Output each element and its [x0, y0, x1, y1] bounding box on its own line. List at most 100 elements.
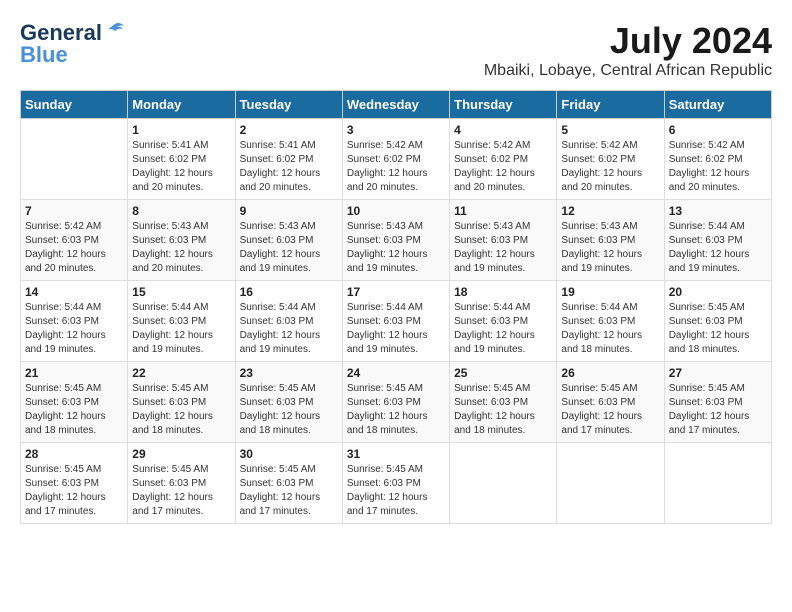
- calendar-header-row: SundayMondayTuesdayWednesdayThursdayFrid…: [21, 91, 772, 119]
- day-info: Sunrise: 5:45 AM Sunset: 6:03 PM Dayligh…: [561, 382, 659, 438]
- day-info: Sunrise: 5:42 AM Sunset: 6:02 PM Dayligh…: [347, 139, 445, 195]
- day-info: Sunrise: 5:42 AM Sunset: 6:03 PM Dayligh…: [25, 220, 123, 276]
- calendar-cell: [557, 443, 664, 524]
- day-info: Sunrise: 5:45 AM Sunset: 6:03 PM Dayligh…: [347, 463, 445, 519]
- page-header: General Blue July 2024 Mbaiki, Lobaye, C…: [20, 20, 772, 80]
- day-number: 19: [561, 285, 659, 299]
- calendar-cell: 29 Sunrise: 5:45 AM Sunset: 6:03 PM Dayli…: [128, 443, 235, 524]
- day-number: 30: [240, 447, 338, 461]
- header-thursday: Thursday: [450, 91, 557, 119]
- day-info: Sunrise: 5:44 AM Sunset: 6:03 PM Dayligh…: [240, 301, 338, 357]
- day-info: Sunrise: 5:43 AM Sunset: 6:03 PM Dayligh…: [561, 220, 659, 276]
- location: Mbaiki, Lobaye, Central African Republic: [484, 62, 772, 80]
- calendar-cell: 15 Sunrise: 5:44 AM Sunset: 6:03 PM Dayli…: [128, 281, 235, 362]
- calendar-cell: 17 Sunrise: 5:44 AM Sunset: 6:03 PM Dayli…: [342, 281, 449, 362]
- day-number: 31: [347, 447, 445, 461]
- day-info: Sunrise: 5:41 AM Sunset: 6:02 PM Dayligh…: [240, 139, 338, 195]
- day-info: Sunrise: 5:45 AM Sunset: 6:03 PM Dayligh…: [132, 382, 230, 438]
- day-number: 21: [25, 366, 123, 380]
- calendar-cell: 9Sunrise: 5:43 AM Sunset: 6:03 PM Daylig…: [235, 200, 342, 281]
- logo-bird-icon: [104, 20, 126, 42]
- calendar-cell: 4 Sunrise: 5:42 AM Sunset: 6:02 PM Daylig…: [450, 119, 557, 200]
- day-number: 2: [240, 123, 338, 137]
- day-info: Sunrise: 5:43 AM Sunset: 6:03 PM Dayligh…: [347, 220, 445, 276]
- day-info: Sunrise: 5:44 AM Sunset: 6:03 PM Dayligh…: [561, 301, 659, 357]
- calendar-cell: 26 Sunrise: 5:45 AM Sunset: 6:03 PM Dayli…: [557, 362, 664, 443]
- day-info: Sunrise: 5:42 AM Sunset: 6:02 PM Dayligh…: [454, 139, 552, 195]
- day-number: 3: [347, 123, 445, 137]
- calendar-cell: 8 Sunrise: 5:43 AM Sunset: 6:03 PM Daylig…: [128, 200, 235, 281]
- calendar-cell: [21, 119, 128, 200]
- day-number: 1: [132, 123, 230, 137]
- day-number: 12: [561, 204, 659, 218]
- logo: General Blue: [20, 20, 126, 68]
- day-number: 18: [454, 285, 552, 299]
- calendar-cell: 16 Sunrise: 5:44 AM Sunset: 6:03 PM Dayli…: [235, 281, 342, 362]
- logo-blue: Blue: [20, 42, 68, 68]
- calendar-cell: 1Sunrise: 5:41 AM Sunset: 6:02 PM Daylig…: [128, 119, 235, 200]
- title-area: July 2024 Mbaiki, Lobaye, Central Africa…: [484, 20, 772, 80]
- calendar-cell: 31 Sunrise: 5:45 AM Sunset: 6:03 PM Dayli…: [342, 443, 449, 524]
- header-sunday: Sunday: [21, 91, 128, 119]
- day-info: Sunrise: 5:42 AM Sunset: 6:02 PM Dayligh…: [561, 139, 659, 195]
- day-info: Sunrise: 5:45 AM Sunset: 6:03 PM Dayligh…: [25, 382, 123, 438]
- day-number: 22: [132, 366, 230, 380]
- day-number: 5: [561, 123, 659, 137]
- header-wednesday: Wednesday: [342, 91, 449, 119]
- header-saturday: Saturday: [664, 91, 771, 119]
- calendar-cell: 22 Sunrise: 5:45 AM Sunset: 6:03 PM Dayli…: [128, 362, 235, 443]
- day-number: 10: [347, 204, 445, 218]
- day-number: 15: [132, 285, 230, 299]
- calendar-cell: 2 Sunrise: 5:41 AM Sunset: 6:02 PM Daylig…: [235, 119, 342, 200]
- day-number: 29: [132, 447, 230, 461]
- day-number: 14: [25, 285, 123, 299]
- calendar-week-3: 14 Sunrise: 5:44 AM Sunset: 6:03 PM Dayli…: [21, 281, 772, 362]
- day-info: Sunrise: 5:45 AM Sunset: 6:03 PM Dayligh…: [454, 382, 552, 438]
- calendar-cell: 24Sunrise: 5:45 AM Sunset: 6:03 PM Dayli…: [342, 362, 449, 443]
- calendar-cell: 13 Sunrise: 5:44 AM Sunset: 6:03 PM Dayli…: [664, 200, 771, 281]
- day-info: Sunrise: 5:44 AM Sunset: 6:03 PM Dayligh…: [669, 220, 767, 276]
- day-number: 27: [669, 366, 767, 380]
- calendar-cell: 23Sunrise: 5:45 AM Sunset: 6:03 PM Dayli…: [235, 362, 342, 443]
- day-info: Sunrise: 5:44 AM Sunset: 6:03 PM Dayligh…: [347, 301, 445, 357]
- day-number: 16: [240, 285, 338, 299]
- calendar-cell: 20Sunrise: 5:45 AM Sunset: 6:03 PM Dayli…: [664, 281, 771, 362]
- day-info: Sunrise: 5:45 AM Sunset: 6:03 PM Dayligh…: [669, 382, 767, 438]
- day-info: Sunrise: 5:43 AM Sunset: 6:03 PM Dayligh…: [454, 220, 552, 276]
- day-info: Sunrise: 5:44 AM Sunset: 6:03 PM Dayligh…: [454, 301, 552, 357]
- day-info: Sunrise: 5:45 AM Sunset: 6:03 PM Dayligh…: [240, 463, 338, 519]
- day-info: Sunrise: 5:45 AM Sunset: 6:03 PM Dayligh…: [669, 301, 767, 357]
- day-number: 6: [669, 123, 767, 137]
- calendar-cell: 7 Sunrise: 5:42 AM Sunset: 6:03 PM Daylig…: [21, 200, 128, 281]
- calendar-cell: 25 Sunrise: 5:45 AM Sunset: 6:03 PM Dayli…: [450, 362, 557, 443]
- calendar-cell: 19 Sunrise: 5:44 AM Sunset: 6:03 PM Dayli…: [557, 281, 664, 362]
- day-number: 28: [25, 447, 123, 461]
- calendar-cell: 12 Sunrise: 5:43 AM Sunset: 6:03 PM Dayli…: [557, 200, 664, 281]
- calendar-cell: 28 Sunrise: 5:45 AM Sunset: 6:03 PM Dayli…: [21, 443, 128, 524]
- day-number: 25: [454, 366, 552, 380]
- day-info: Sunrise: 5:44 AM Sunset: 6:03 PM Dayligh…: [25, 301, 123, 357]
- calendar-table: SundayMondayTuesdayWednesdayThursdayFrid…: [20, 90, 772, 524]
- day-number: 7: [25, 204, 123, 218]
- day-number: 26: [561, 366, 659, 380]
- day-number: 17: [347, 285, 445, 299]
- day-number: 9: [240, 204, 338, 218]
- day-number: 11: [454, 204, 552, 218]
- calendar-cell: 30 Sunrise: 5:45 AM Sunset: 6:03 PM Dayli…: [235, 443, 342, 524]
- day-info: Sunrise: 5:45 AM Sunset: 6:03 PM Dayligh…: [25, 463, 123, 519]
- day-info: Sunrise: 5:43 AM Sunset: 6:03 PM Dayligh…: [132, 220, 230, 276]
- calendar-week-4: 21 Sunrise: 5:45 AM Sunset: 6:03 PM Dayli…: [21, 362, 772, 443]
- day-info: Sunrise: 5:45 AM Sunset: 6:03 PM Dayligh…: [132, 463, 230, 519]
- calendar-cell: 10 Sunrise: 5:43 AM Sunset: 6:03 PM Dayli…: [342, 200, 449, 281]
- day-number: 4: [454, 123, 552, 137]
- day-number: 8: [132, 204, 230, 218]
- calendar-cell: 18 Sunrise: 5:44 AM Sunset: 6:03 PM Dayli…: [450, 281, 557, 362]
- day-info: Sunrise: 5:45 AM Sunset: 6:03 PM Dayligh…: [240, 382, 338, 438]
- calendar-cell: 14 Sunrise: 5:44 AM Sunset: 6:03 PM Dayli…: [21, 281, 128, 362]
- day-info: Sunrise: 5:44 AM Sunset: 6:03 PM Dayligh…: [132, 301, 230, 357]
- calendar-cell: 11 Sunrise: 5:43 AM Sunset: 6:03 PM Dayli…: [450, 200, 557, 281]
- header-monday: Monday: [128, 91, 235, 119]
- calendar-week-2: 7 Sunrise: 5:42 AM Sunset: 6:03 PM Daylig…: [21, 200, 772, 281]
- day-number: 13: [669, 204, 767, 218]
- calendar-cell: [450, 443, 557, 524]
